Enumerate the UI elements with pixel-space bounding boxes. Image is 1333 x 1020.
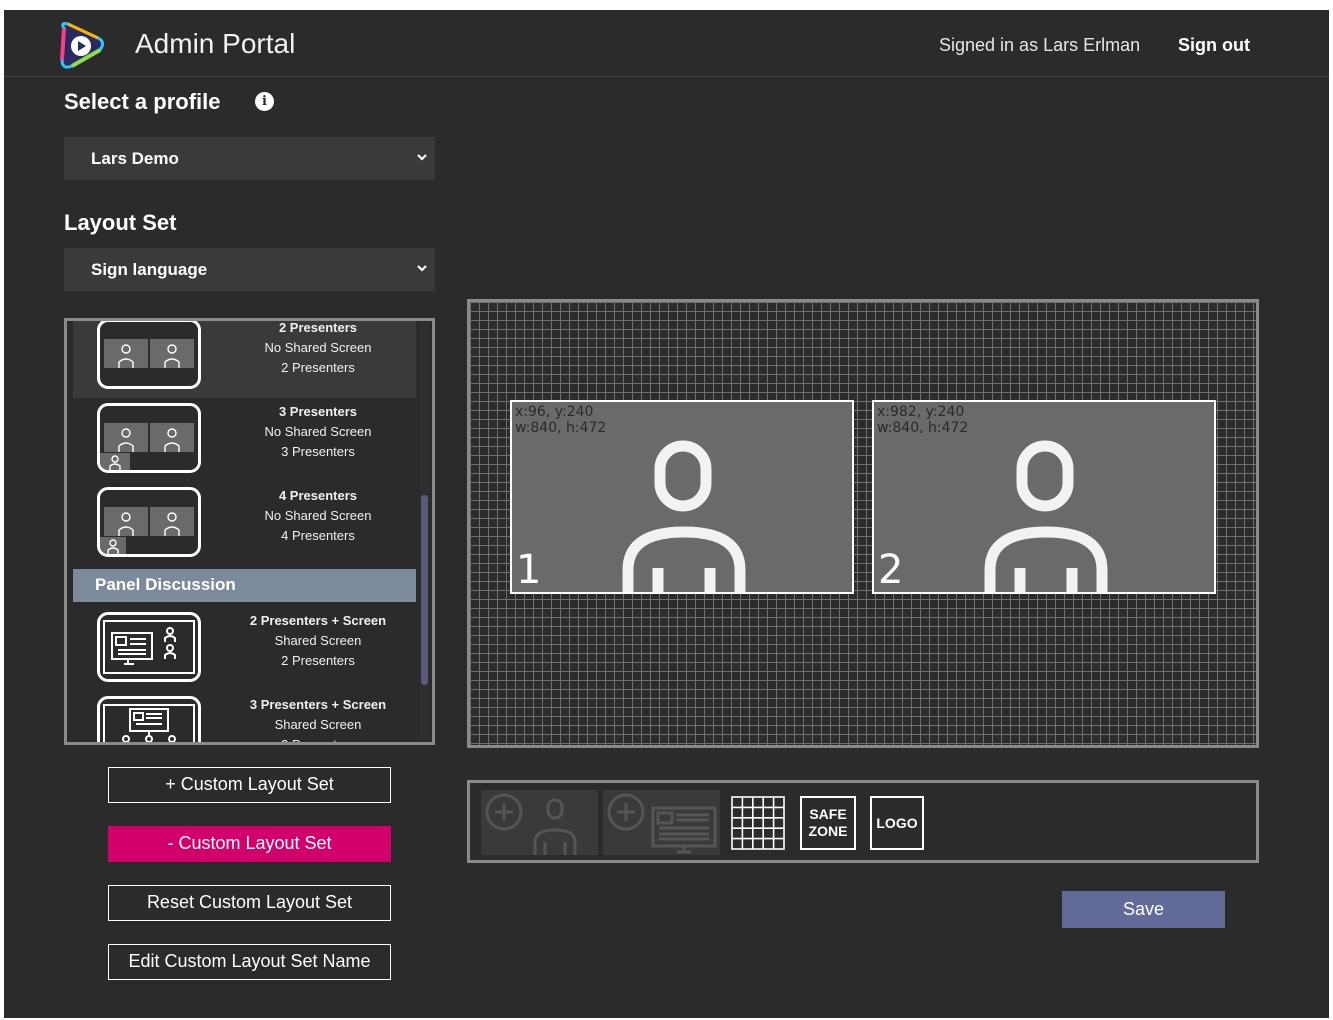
safe-zone-toggle[interactable]: SAFE ZONE [800,796,856,850]
layout-thumbnail [97,321,201,389]
person-icon [984,440,1108,592]
presenter-tile-1[interactable]: x:96, y:240 w:840, h:472 1 [510,400,854,594]
layout-thumbnail [97,487,201,557]
layout-item-title: 2 Presenters [278,320,358,335]
screen-presenters-icon [103,620,195,674]
person-icon [622,440,746,592]
layout-item-text: 4 Presenters No Shared Screen 4 Presente… [233,486,403,546]
layout-toolbar: SAFE ZONE LOGO [467,780,1259,863]
presenters-icon [100,507,194,554]
layout-item-title: 3 Presenters + Screen [249,697,387,712]
layout-item-subtitle: Shared Screen [274,633,362,648]
layout-item-subtitle: Shared Screen [274,717,362,732]
layout-set-select[interactable]: Sign language [64,248,435,291]
layout-item-text: 2 Presenters No Shared Screen 2 Presente… [233,320,403,378]
layout-item-count: 2 Presenters [281,360,355,375]
layout-item-count: 3 Presenters [281,737,355,745]
layout-item-2-presenters[interactable]: 2 Presenters No Shared Screen 2 Presente… [73,320,416,398]
chevron-down-icon [417,265,427,272]
info-icon[interactable]: i [255,92,274,111]
layout-item-text: 3 Presenters No Shared Screen 3 Presente… [233,402,403,462]
scrollbar-thumb[interactable] [421,495,428,685]
layout-list[interactable]: 2 Presenters No Shared Screen 2 Presente… [64,318,435,745]
layout-item-3-presenters[interactable]: 3 Presenters No Shared Screen 3 Presente… [73,400,416,482]
layout-item-title: 2 Presenters + Screen [249,613,387,628]
layout-set-title: Layout Set [64,210,177,235]
safe-zone-label-line1: SAFE [809,806,847,822]
profile-select[interactable]: Lars Demo [64,137,435,180]
layout-item-text: 2 Presenters + Screen Shared Screen 2 Pr… [233,611,403,671]
remove-custom-layout-set-button[interactable]: - Custom Layout Set [108,826,391,862]
header: Admin Portal Signed in as Lars Erlman Si… [4,10,1329,77]
profile-select-value: Lars Demo [91,149,179,168]
layout-item-count: 3 Presenters [281,444,355,459]
tile-number: 1 [516,547,542,593]
layout-item-2-presenters-screen[interactable]: 2 Presenters + Screen Shared Screen 2 Pr… [73,609,416,691]
tile-number: 2 [878,547,904,593]
panel-discussion-header: Panel Discussion [73,569,416,602]
app-logo-icon [60,22,105,69]
presenter-tile-2[interactable]: x:982, y:240 w:840, h:472 2 [872,400,1216,594]
layout-item-subtitle: No Shared Screen [264,508,372,523]
app-title: Admin Portal [135,28,296,59]
layout-thumbnail [97,696,201,742]
layout-item-text: 3 Presenters + Screen Shared Screen 3 Pr… [233,695,403,745]
add-presenter-icon [485,793,577,855]
profile-title: Select a profile [64,89,221,114]
layout-item-subtitle: No Shared Screen [264,340,372,355]
screen-presenters-icon [103,704,195,742]
add-screen-icon [607,793,717,854]
presenters-icon [100,423,194,470]
tile-coordinates: x:96, y:240 w:840, h:472 [515,404,606,436]
add-screen-tool[interactable] [603,790,720,855]
tile-coordinates: x:982, y:240 w:840, h:472 [877,404,968,436]
grid-toggle[interactable] [730,795,786,851]
grid-icon [731,796,785,850]
layout-list-scrollbar[interactable] [420,323,429,740]
layout-item-title: 4 Presenters [278,488,358,503]
layout-thumbnail [97,612,201,682]
reset-custom-layout-set-button[interactable]: Reset Custom Layout Set [108,885,391,921]
edit-custom-layout-set-name-button[interactable]: Edit Custom Layout Set Name [108,944,391,980]
app-window: Admin Portal Signed in as Lars Erlman Si… [4,10,1329,1018]
layout-canvas[interactable]: x:96, y:240 w:840, h:472 1 x:982, y:240 … [467,299,1259,748]
signed-in-text: Signed in as Lars Erlman [939,35,1141,55]
layout-set-select-value: Sign language [91,260,208,279]
layout-thumbnail [97,403,201,473]
layout-item-count: 2 Presenters [281,653,355,668]
tile-size: w:840, h:472 [877,420,969,436]
chevron-down-icon [417,154,427,161]
logo-toggle[interactable]: LOGO [870,796,924,850]
tile-position: x:982, y:240 [877,404,965,420]
sign-out-link[interactable]: Sign out [1178,35,1250,56]
safe-zone-label-line2: ZONE [808,823,848,839]
layout-item-4-presenters[interactable]: 4 Presenters No Shared Screen 4 Presente… [73,484,416,566]
layout-item-subtitle: No Shared Screen [264,424,372,439]
save-button[interactable]: Save [1062,891,1225,928]
layout-item-count: 4 Presenters [281,528,355,543]
add-presenter-tool[interactable] [481,790,598,855]
tile-position: x:96, y:240 [515,404,594,420]
tile-size: w:840, h:472 [515,420,607,436]
presenters-icon [104,339,194,368]
add-custom-layout-set-button[interactable]: + Custom Layout Set [108,767,391,803]
layout-item-title: 3 Presenters [278,404,358,419]
layout-item-3-presenters-screen[interactable]: 3 Presenters + Screen Shared Screen 3 Pr… [73,693,416,745]
